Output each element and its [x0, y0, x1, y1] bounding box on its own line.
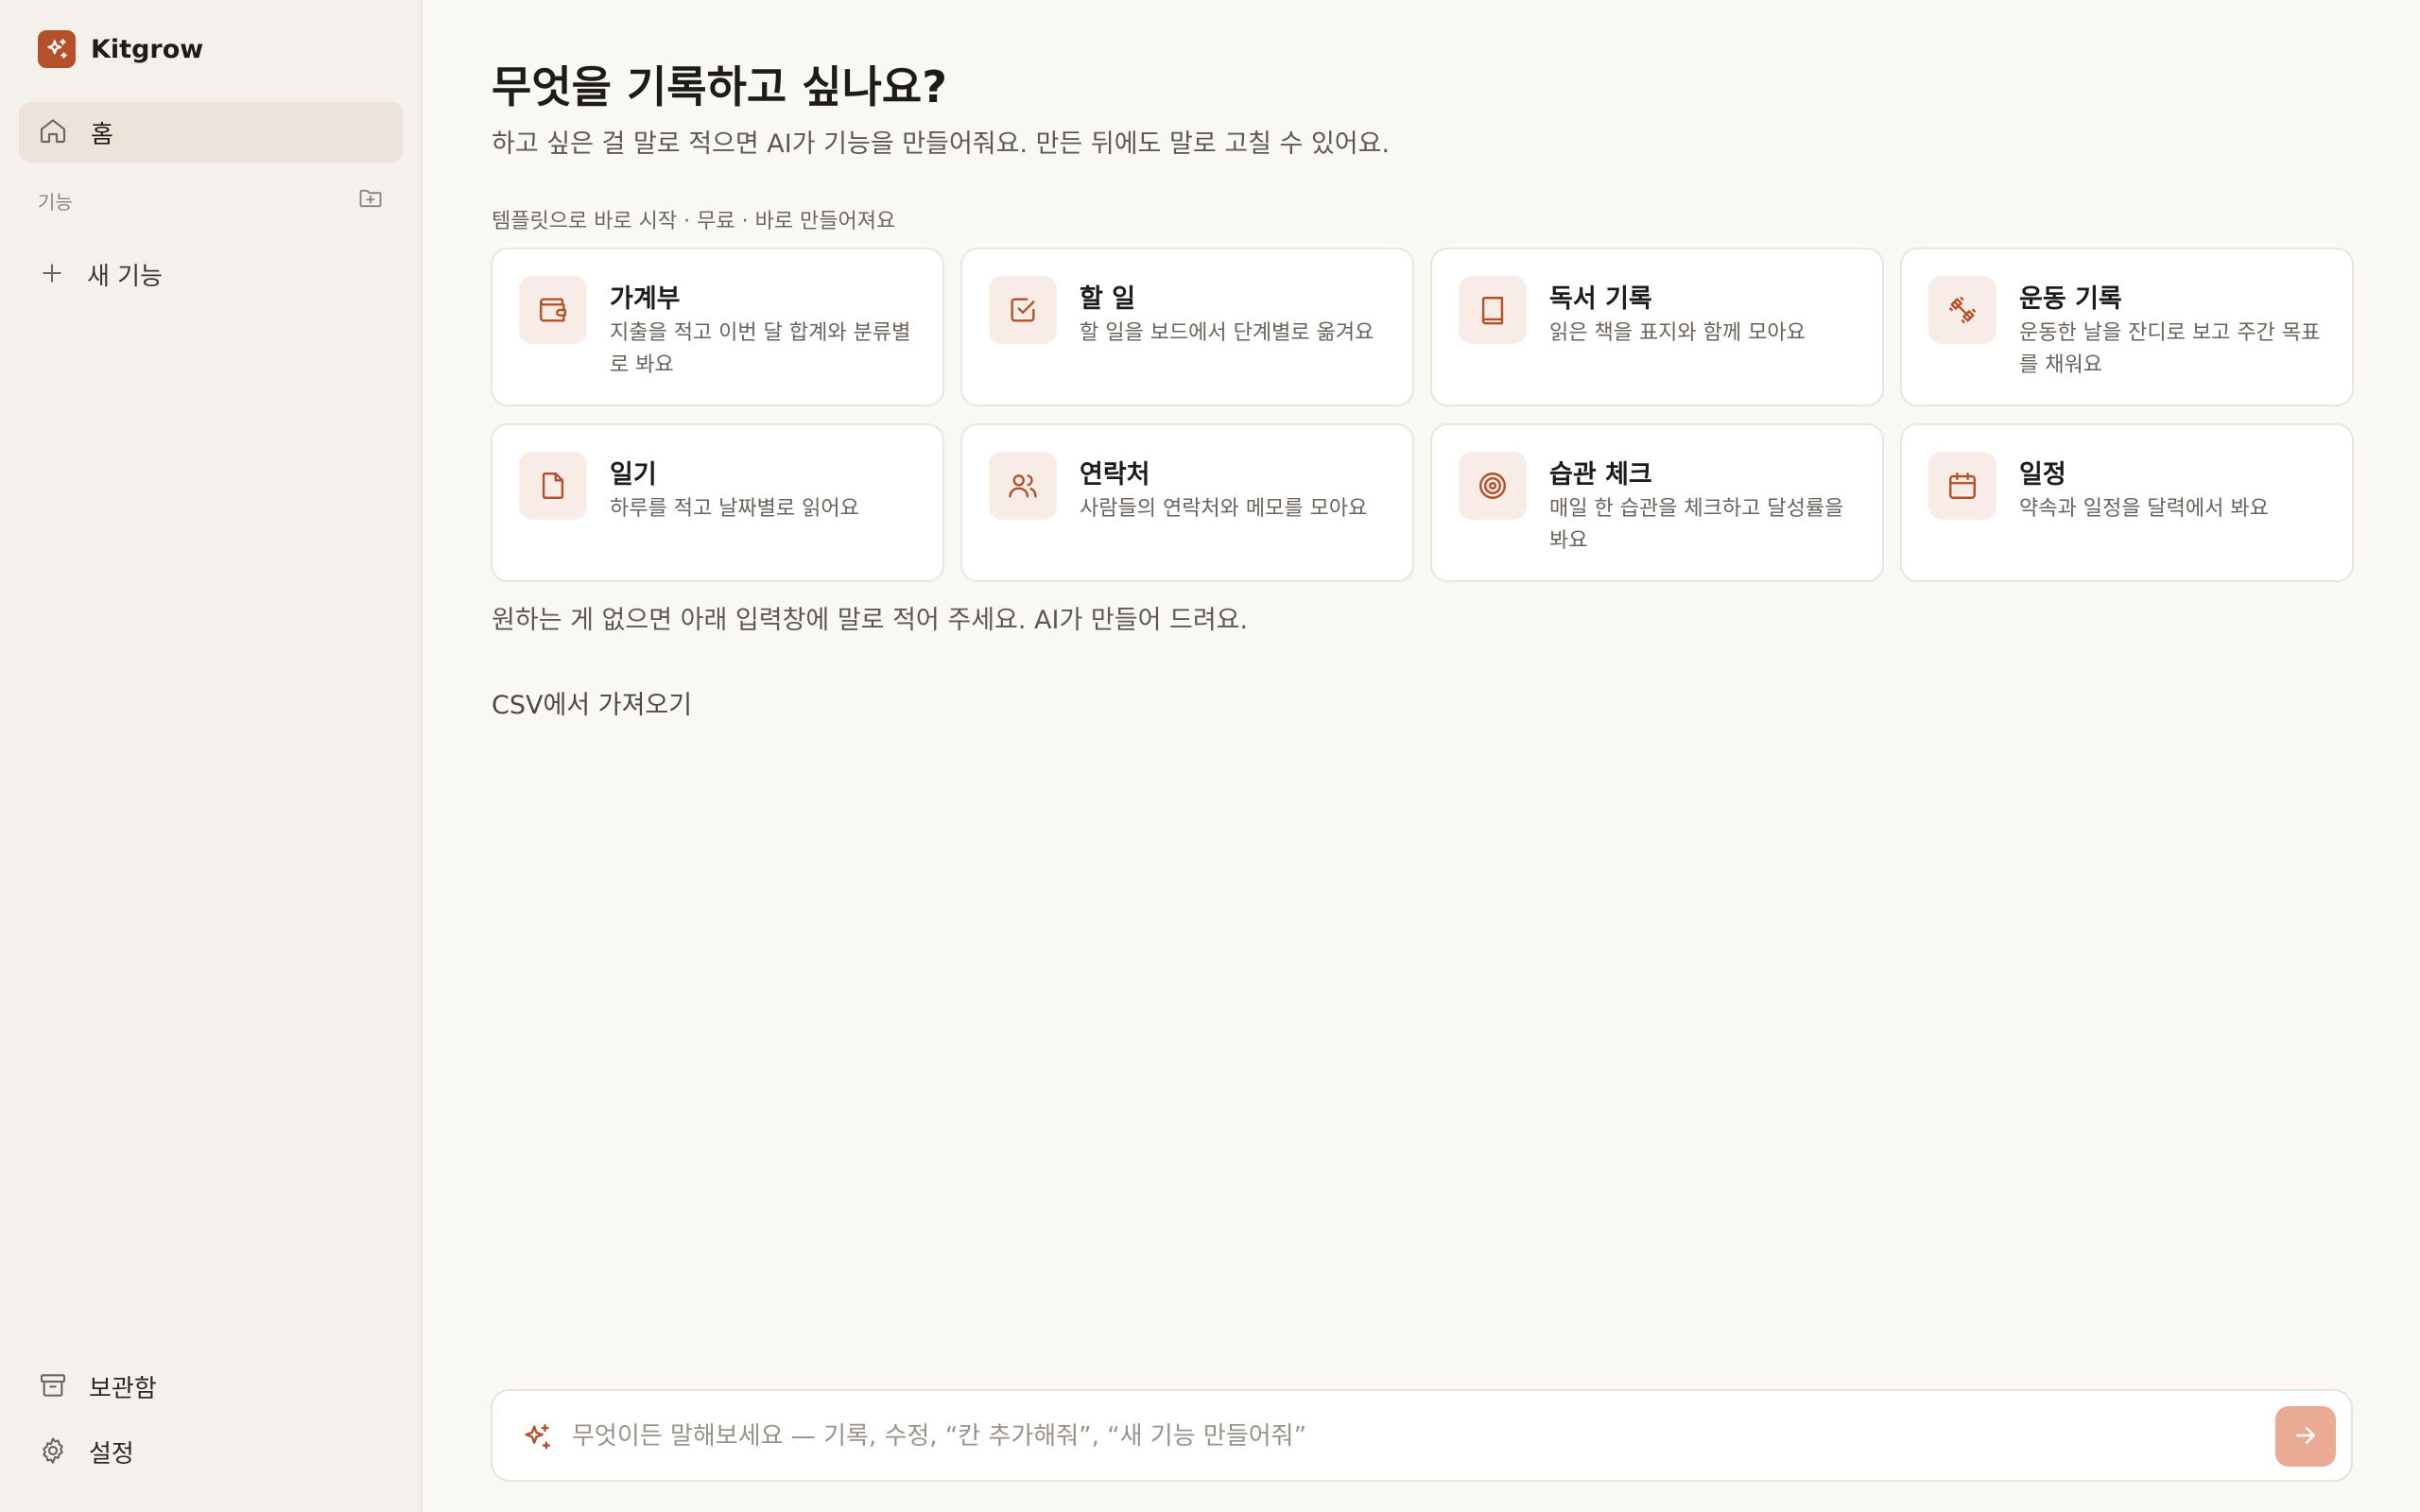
prompt-input[interactable] — [572, 1410, 2179, 1463]
gear-icon — [38, 1435, 68, 1469]
sidebar-item-home[interactable]: 홈 — [19, 102, 403, 163]
users-icon — [989, 452, 1057, 520]
sparkles-icon — [38, 30, 76, 68]
new-folder-icon[interactable] — [357, 185, 384, 215]
sidebar-item-archive[interactable]: 보관함 — [38, 1369, 157, 1404]
archive-icon — [38, 1370, 68, 1404]
csv-import-link[interactable]: CSV에서 가져오기 — [492, 684, 692, 721]
template-card-reading[interactable]: 독서 기록 읽은 책을 표지와 함께 모아요 — [1430, 248, 1884, 406]
sparkles-icon — [521, 1421, 553, 1457]
template-desc: 사람들의 연락처와 메모를 모아요 — [1080, 497, 1368, 521]
features-section-header: 기능 — [38, 185, 384, 215]
wallet-icon — [519, 276, 587, 344]
target-icon — [1459, 452, 1527, 520]
template-desc: 지출을 적고 이번 달 합계와 분류별로 봐요 — [610, 321, 911, 377]
sidebar-item-label: 홈 — [91, 120, 113, 149]
template-title: 운동 기록 — [2019, 284, 2122, 314]
dumbbell-icon — [1928, 276, 1996, 344]
template-desc: 운동한 날을 잔디로 보고 주간 목표를 채워요 — [2019, 321, 2321, 377]
template-card-schedule[interactable]: 일정 약속과 일정을 달력에서 봐요 — [1900, 423, 2354, 582]
template-card-diary[interactable]: 일기 하루를 적고 날짜별로 읽어요 — [491, 423, 944, 582]
template-title: 할 일 — [1080, 284, 1136, 314]
template-title: 일정 — [2019, 460, 2066, 490]
book-icon — [1459, 276, 1527, 344]
send-button[interactable] — [2275, 1406, 2336, 1467]
sidebar: Kitgrow 홈 기능 새 기능 보관함 설정 — [0, 0, 423, 1512]
templates-caption: 템플릿으로 바로 시작 · 무료 · 바로 만들어져요 — [492, 210, 896, 233]
template-desc: 할 일을 보드에서 단계별로 옮겨요 — [1080, 321, 1374, 345]
template-desc: 매일 한 습관을 체크하고 달성률을 봐요 — [1549, 497, 1844, 553]
brand[interactable]: Kitgrow — [38, 30, 203, 68]
plus-icon — [38, 259, 66, 291]
template-card-budget[interactable]: 가계부 지출을 적고 이번 달 합계와 분류별로 봐요 — [491, 248, 944, 406]
template-card-todo[interactable]: 할 일 할 일을 보드에서 단계별로 옮겨요 — [960, 248, 1414, 406]
composer — [491, 1389, 2353, 1482]
sidebar-item-settings[interactable]: 설정 — [38, 1435, 134, 1469]
main-content: 무엇을 기록하고 싶나요? 하고 싶은 걸 말로 적으면 AI가 기능을 만들어… — [424, 0, 2420, 1512]
home-icon — [38, 115, 68, 149]
template-desc: 약속과 일정을 달력에서 봐요 — [2019, 497, 2269, 521]
page-subtitle: 하고 싶은 걸 말로 적으면 AI가 기능을 만들어줘요. 만든 뒤에도 말로 … — [492, 129, 1391, 159]
new-feature-label: 새 기능 — [87, 263, 164, 291]
template-card-habit[interactable]: 습관 체크 매일 한 습관을 체크하고 달성률을 봐요 — [1430, 423, 1884, 582]
checkbox-icon — [989, 276, 1057, 344]
section-label: 기능 — [38, 190, 73, 214]
template-title: 일기 — [610, 460, 657, 490]
arrow-right-icon — [2291, 1421, 2320, 1452]
template-desc: 하루를 적고 날짜별로 읽어요 — [610, 497, 859, 521]
template-card-contacts[interactable]: 연락처 사람들의 연락처와 메모를 모아요 — [960, 423, 1414, 582]
note-icon — [519, 452, 587, 520]
template-title: 독서 기록 — [1549, 284, 1652, 314]
template-card-workout[interactable]: 운동 기록 운동한 날을 잔디로 보고 주간 목표를 채워요 — [1900, 248, 2354, 406]
page-title: 무엇을 기록하고 싶나요? — [492, 61, 947, 112]
template-title: 가계부 — [610, 284, 681, 314]
calendar-icon — [1928, 452, 1996, 520]
new-feature-button[interactable]: 새 기능 — [38, 257, 163, 292]
template-title: 습관 체크 — [1549, 460, 1652, 490]
template-desc: 읽은 책을 표지와 함께 모아요 — [1549, 321, 1806, 345]
hint-text: 원하는 게 없으면 아래 입력창에 말로 적어 주세요. AI가 만들어 드려요… — [492, 606, 1249, 635]
sidebar-item-label: 설정 — [89, 1440, 134, 1469]
sidebar-item-label: 보관함 — [89, 1375, 157, 1403]
template-title: 연락처 — [1080, 460, 1150, 490]
template-grid: 가계부 지출을 적고 이번 달 합계와 분류별로 봐요 할 일 할 일을 보드에… — [491, 248, 2354, 582]
brand-name: Kitgrow — [91, 34, 204, 64]
